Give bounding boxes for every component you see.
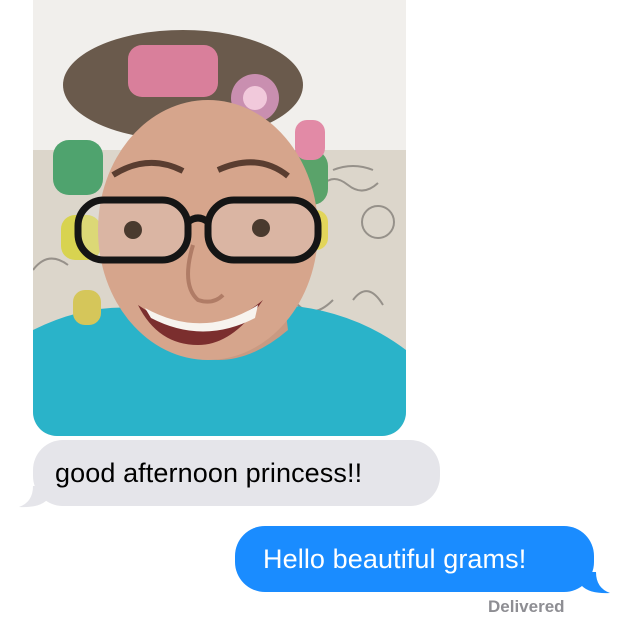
outgoing-message-text: Hello beautiful grams!: [263, 543, 527, 574]
selfie-photo: [33, 0, 406, 436]
photo-message[interactable]: [33, 0, 406, 436]
incoming-message-text: good afternoon princess!!: [55, 457, 363, 488]
outgoing-message-bubble[interactable]: Hello beautiful grams!: [235, 526, 594, 592]
incoming-message-bubble[interactable]: good afternoon princess!!: [33, 440, 440, 506]
delivery-status: Delivered: [488, 597, 565, 616]
